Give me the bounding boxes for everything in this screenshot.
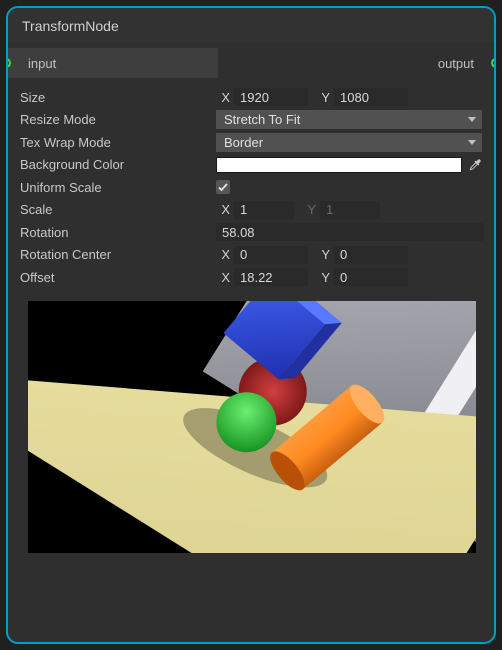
rotation-center-label: Rotation Center <box>20 247 216 262</box>
rotation-center-y-input[interactable] <box>334 246 408 264</box>
size-label: Size <box>20 90 216 105</box>
uniform-scale-label: Uniform Scale <box>20 180 216 195</box>
offset-x-input[interactable] <box>234 268 308 286</box>
transform-node-panel: TransformNode input output Size X Y Resi… <box>6 6 496 644</box>
scale-label: Scale <box>20 202 216 217</box>
ports-row: input output <box>8 48 494 78</box>
input-port-label: input <box>28 56 56 71</box>
rotation-center-x-input[interactable] <box>234 246 308 264</box>
uniform-scale-checkbox[interactable] <box>216 180 230 194</box>
size-y-input[interactable] <box>334 88 408 106</box>
bgcolor-field[interactable] <box>216 157 462 173</box>
axis-y: Y <box>316 247 330 262</box>
scale-x-input[interactable] <box>234 201 294 219</box>
input-port[interactable]: input <box>8 48 218 78</box>
scale-row: Scale X Y <box>20 199 482 222</box>
tex-wrap-row: Tex Wrap Mode Border <box>20 131 482 154</box>
axis-x: X <box>216 247 230 262</box>
scale-y-input <box>320 201 380 219</box>
port-dot-icon <box>491 58 496 68</box>
axis-y: Y <box>316 270 330 285</box>
offset-row: Offset X Y <box>20 266 482 289</box>
size-row: Size X Y <box>20 86 482 109</box>
output-port[interactable]: output <box>218 48 494 78</box>
resize-mode-label: Resize Mode <box>20 112 216 127</box>
axis-x: X <box>216 90 230 105</box>
tex-wrap-label: Tex Wrap Mode <box>20 135 216 150</box>
tex-wrap-select[interactable]: Border <box>216 133 482 152</box>
bgcolor-label: Background Color <box>20 157 216 172</box>
chevron-down-icon <box>468 117 476 122</box>
preview-viewport <box>28 301 476 553</box>
eyedropper-icon[interactable] <box>468 158 482 172</box>
axis-y: Y <box>316 90 330 105</box>
chevron-down-icon <box>468 140 476 145</box>
output-port-label: output <box>438 56 474 71</box>
rotation-row: Rotation <box>20 221 482 244</box>
offset-label: Offset <box>20 270 216 285</box>
resize-mode-row: Resize Mode Stretch To Fit <box>20 109 482 132</box>
size-x-input[interactable] <box>234 88 308 106</box>
uniform-scale-row: Uniform Scale <box>20 176 482 199</box>
node-title: TransformNode <box>8 8 494 42</box>
properties: Size X Y Resize Mode Stretch To Fit Tex … <box>8 82 494 289</box>
offset-y-input[interactable] <box>334 268 408 286</box>
port-dot-icon <box>6 58 11 68</box>
rotation-label: Rotation <box>20 225 216 240</box>
rotation-center-row: Rotation Center X Y <box>20 244 482 267</box>
resize-mode-value: Stretch To Fit <box>224 112 300 127</box>
rotation-input[interactable] <box>216 223 484 241</box>
bgcolor-row: Background Color <box>20 154 482 177</box>
axis-y: Y <box>302 202 316 217</box>
axis-x: X <box>216 202 230 217</box>
tex-wrap-value: Border <box>224 135 263 150</box>
preview-image <box>28 301 476 553</box>
axis-x: X <box>216 270 230 285</box>
resize-mode-select[interactable]: Stretch To Fit <box>216 110 482 129</box>
